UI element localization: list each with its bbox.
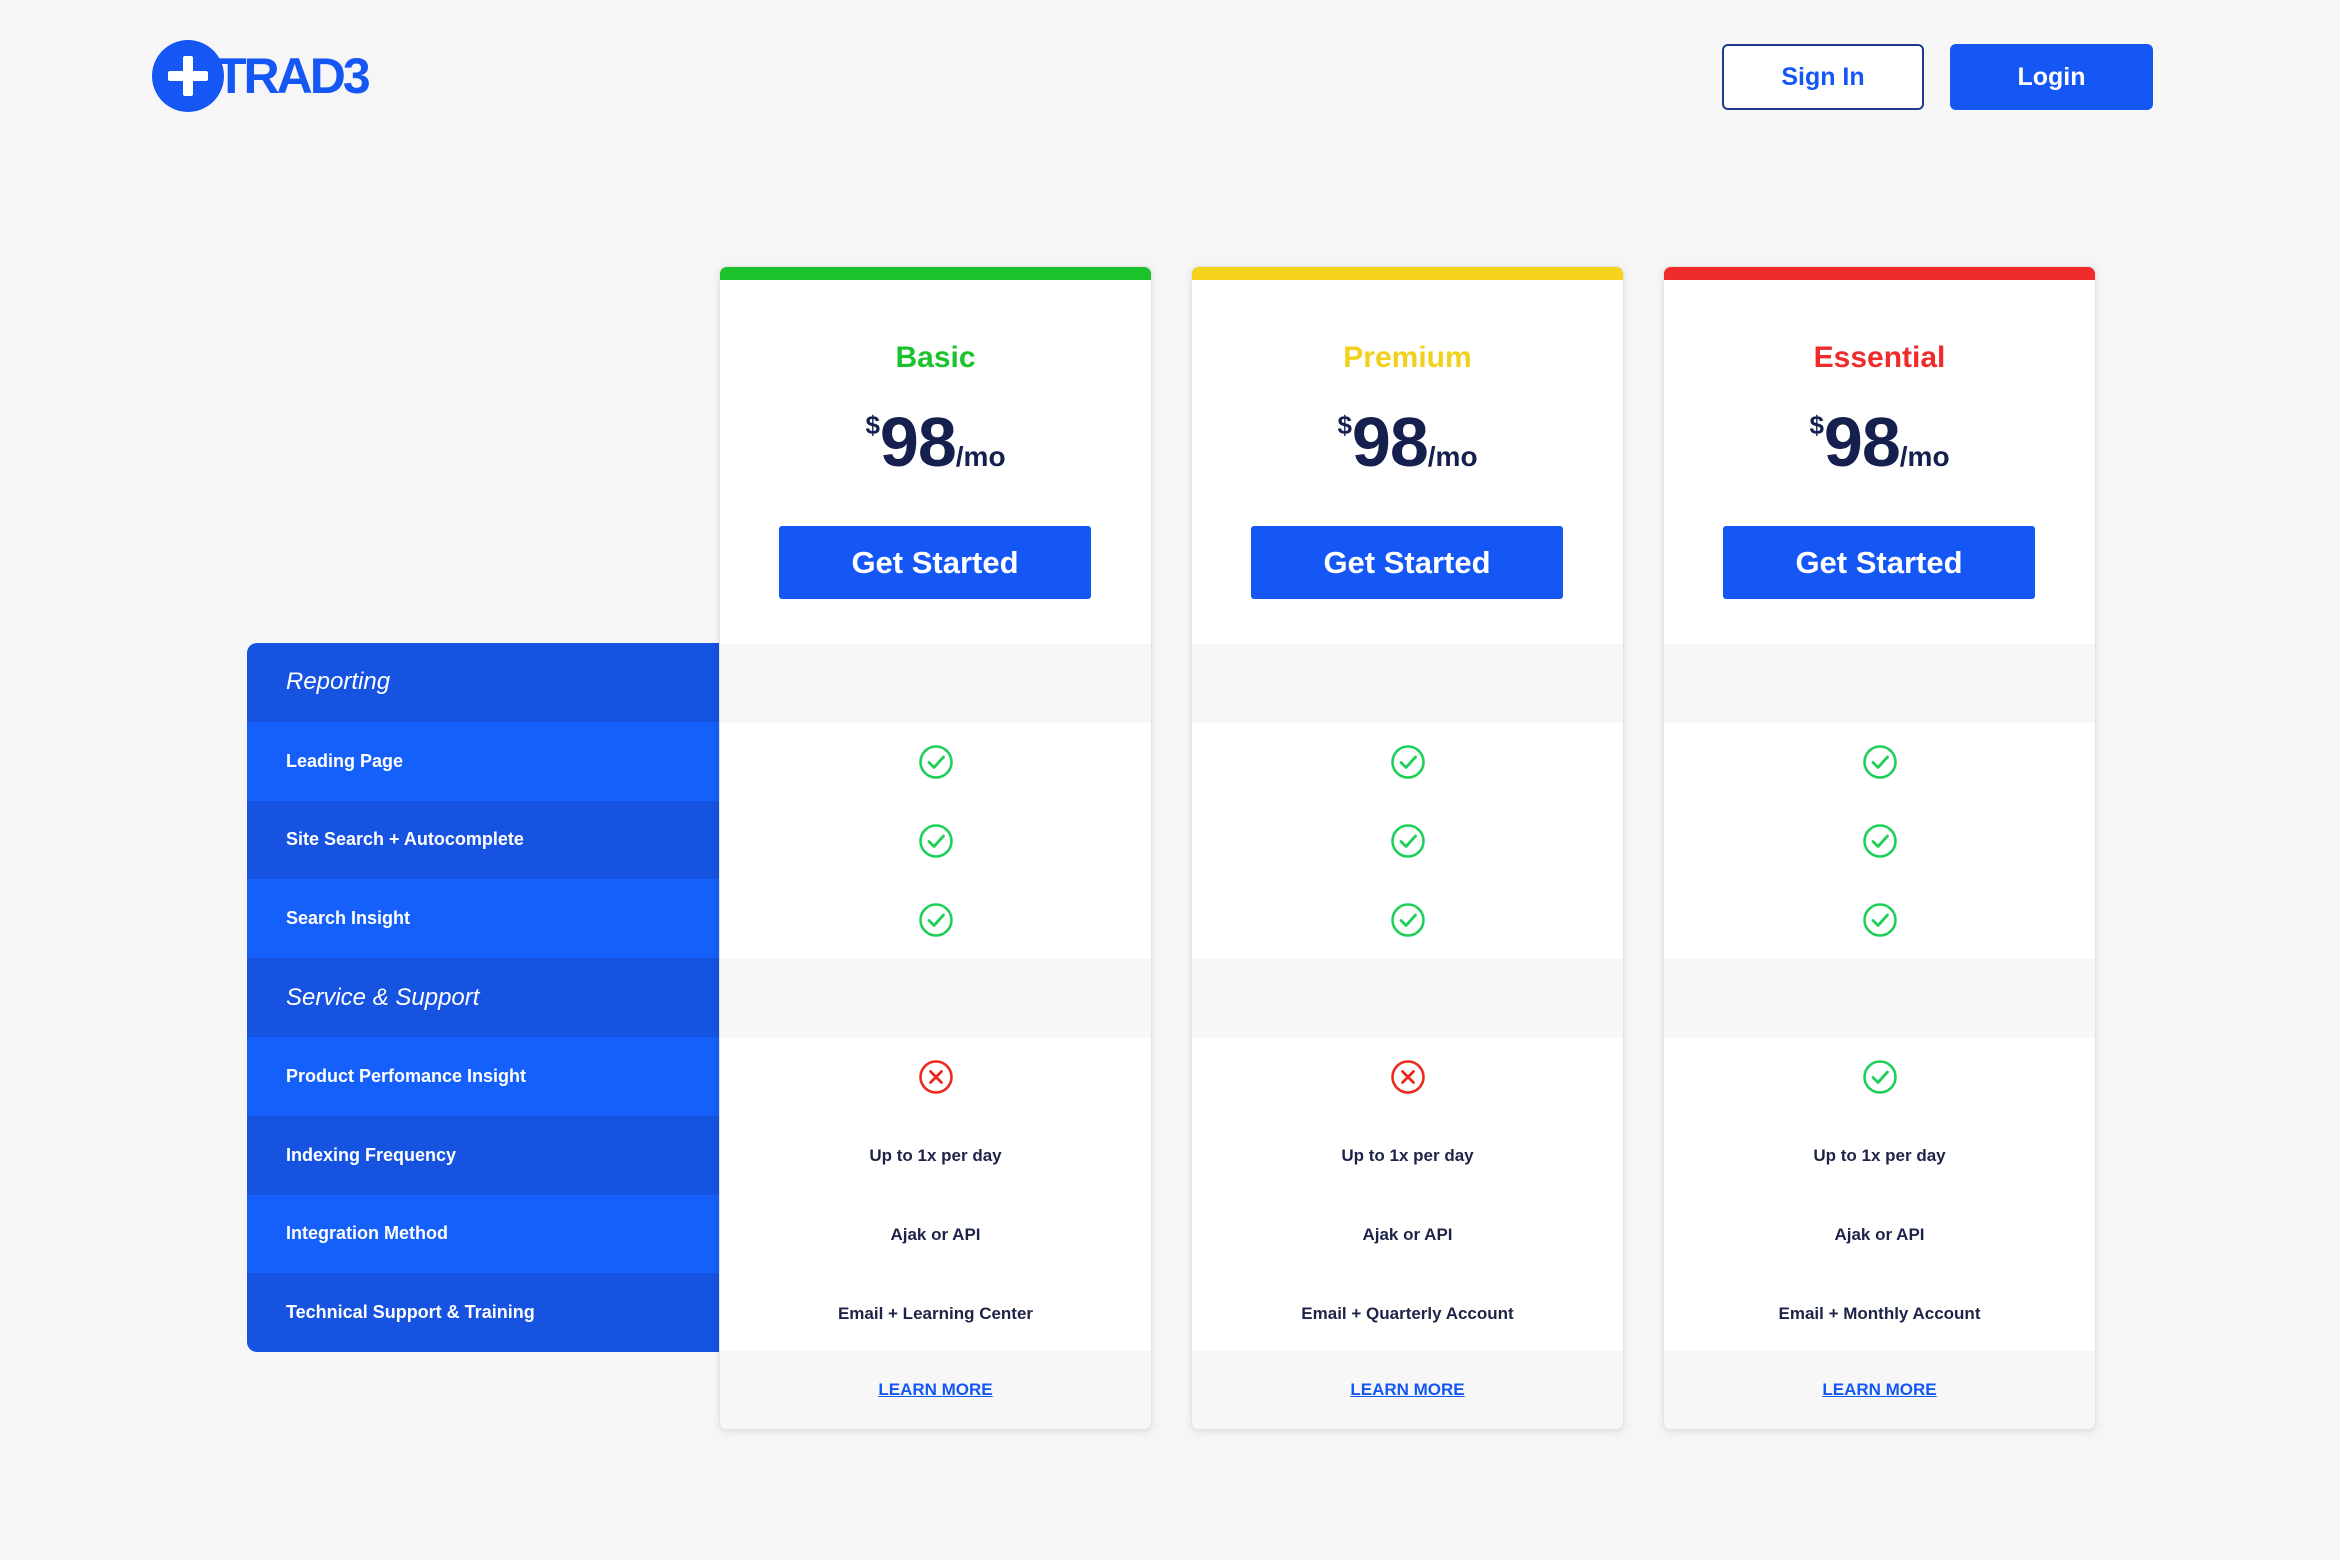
learn-more-row: LEARN MORE (1192, 1351, 1623, 1429)
price-currency: $ (1337, 410, 1352, 440)
cell-value: Ajak or API (1834, 1224, 1925, 1244)
cross-icon (918, 1060, 953, 1095)
sign-in-button[interactable]: Sign In (1722, 44, 1924, 110)
category-spacer-row (1192, 959, 1623, 1038)
plan-price: $98/mo (720, 402, 1151, 482)
price-currency: $ (865, 410, 880, 440)
check-icon (918, 902, 953, 937)
plan-card-basic: Basic $98/mo Get Started Up to 1x per da… (719, 266, 1152, 1430)
category-spacer-row (720, 644, 1151, 723)
price-currency: $ (1809, 410, 1824, 440)
check-icon (1862, 1060, 1897, 1095)
category-spacer-row (1192, 644, 1623, 723)
logo-text: TRAD3 (216, 48, 371, 104)
plan-card-essential: Essential $98/mo Get Started Up to 1x pe… (1663, 266, 2096, 1430)
cell-value: Ajak or API (890, 1224, 981, 1244)
price-amount: 98 (1823, 403, 1901, 481)
cell-value: Up to 1x per day (1341, 1146, 1474, 1166)
feature-technical-support: Technical Support & Training (247, 1273, 719, 1352)
category-spacer-row (1664, 959, 2095, 1038)
cell-value: Email + Learning Center (837, 1303, 1034, 1323)
plan-feature-cell: Email + Monthly Account (1664, 1274, 2095, 1353)
check-icon (918, 824, 953, 858)
plan-feature-cell (1664, 802, 2095, 881)
check-icon (1390, 745, 1425, 779)
plan-feature-cell: Up to 1x per day (1192, 1117, 1623, 1196)
category-spacer-row (1664, 644, 2095, 723)
plan-accent-bar (1664, 267, 2095, 280)
learn-more-link[interactable]: LEARN MORE (878, 1380, 992, 1400)
plan-price: $98/mo (1192, 402, 1623, 482)
check-icon (1390, 824, 1425, 858)
category-reporting: Reporting (247, 643, 719, 722)
plan-feature-cell (1192, 802, 1623, 881)
plan-feature-cells: Up to 1x per day Ajak or API Email + Learn… (720, 644, 1151, 1353)
plan-feature-cell (720, 802, 1151, 881)
plan-feature-cells: Up to 1x per day Ajak or API Email + Month… (1664, 644, 2095, 1353)
plan-name: Premium (1343, 341, 1472, 374)
plan-feature-cell (1664, 723, 2095, 802)
plan-feature-cell: Up to 1x per day (720, 1117, 1151, 1196)
plan-feature-cell: Up to 1x per day (1664, 1117, 2095, 1196)
plan-feature-cell (1664, 880, 2095, 959)
cell-value: Email + Monthly Account (1778, 1303, 1981, 1323)
category-spacer-row (720, 959, 1151, 1038)
plan-feature-cell (1192, 880, 1623, 959)
check-icon (918, 745, 953, 779)
get-started-button[interactable]: Get Started (1251, 526, 1563, 599)
plan-feature-cell: Email + Quarterly Account (1192, 1274, 1623, 1353)
feature-search-insight: Search Insight (247, 879, 719, 959)
plan-name: Essential (1813, 341, 1946, 374)
cell-value: Email + Quarterly Account (1301, 1303, 1514, 1323)
price-amount: 98 (1351, 403, 1429, 481)
price-period: /mo (955, 441, 1006, 472)
feature-list: Reporting Leading Page Site Search + Aut… (247, 643, 719, 1352)
plan-feature-cells: Up to 1x per day Ajak or API Email + Quart… (1192, 644, 1623, 1353)
get-started-button[interactable]: Get Started (1723, 526, 2035, 599)
plan-feature-cell (1192, 1038, 1623, 1117)
plan-feature-cell (1192, 723, 1623, 802)
feature-product-performance: Product Perfomance Insight (247, 1036, 719, 1116)
plan-feature-cell: Ajak or API (1664, 1196, 2095, 1275)
plan-feature-cell: Ajak or API (720, 1196, 1151, 1275)
feature-site-search: Site Search + Autocomplete (247, 800, 719, 880)
login-button[interactable]: Login (1950, 44, 2153, 110)
learn-more-row: LEARN MORE (1664, 1351, 2095, 1429)
plus-icon (152, 40, 224, 112)
feature-integration-method: Integration Method (247, 1194, 719, 1274)
plan-feature-cell: Email + Learning Center (720, 1274, 1151, 1353)
check-icon (1862, 824, 1897, 858)
learn-more-link[interactable]: LEARN MORE (1350, 1380, 1464, 1400)
plan-name: Basic (895, 341, 976, 374)
plan-feature-cell: Ajak or API (1192, 1196, 1623, 1275)
cell-value: Ajak or API (1362, 1224, 1453, 1244)
price-period: /mo (1427, 441, 1478, 472)
price-amount: 98 (879, 403, 957, 481)
plan-accent-bar (1192, 267, 1623, 280)
cell-value: Up to 1x per day (1813, 1146, 1946, 1166)
plan-feature-cell (720, 723, 1151, 802)
plan-feature-cell (720, 880, 1151, 959)
plan-accent-bar (720, 267, 1151, 280)
feature-leading-page: Leading Page (247, 721, 719, 801)
plan-feature-cell (1664, 1038, 2095, 1117)
learn-more-link[interactable]: LEARN MORE (1822, 1380, 1936, 1400)
brand-logo[interactable]: TRAD3 (152, 40, 371, 112)
check-icon (1862, 745, 1897, 779)
plan-price: $98/mo (1664, 402, 2095, 482)
feature-indexing-frequency: Indexing Frequency (247, 1115, 719, 1195)
plan-feature-cell (720, 1038, 1151, 1117)
category-service-support: Service & Support (247, 958, 719, 1037)
plan-card-premium: Premium $98/mo Get Started Up to 1x per … (1191, 266, 1624, 1430)
get-started-button[interactable]: Get Started (779, 526, 1091, 599)
cross-icon (1390, 1060, 1425, 1095)
cell-value: Up to 1x per day (869, 1146, 1002, 1166)
check-icon (1390, 902, 1425, 937)
price-period: /mo (1899, 441, 1950, 472)
learn-more-row: LEARN MORE (720, 1351, 1151, 1429)
check-icon (1862, 902, 1897, 937)
